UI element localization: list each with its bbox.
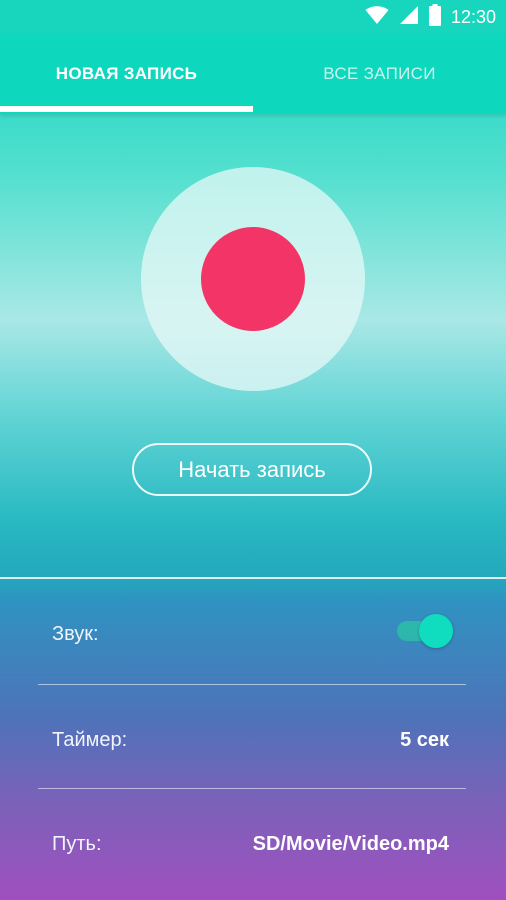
path-label: Путь: [52,833,102,855]
signal-icon [399,5,419,30]
app-screen: 12:30 НОВАЯ ЗАПИСЬ ВСЕ ЗАПИСИ Начать зап… [0,0,506,900]
row-divider [38,684,466,685]
status-time: 12:30 [450,6,496,27]
status-icons: 12:30 [365,0,496,34]
toggle-knob [419,614,453,648]
wifi-icon [365,5,389,30]
tab-all-recordings[interactable]: ВСЕ ЗАПИСИ [253,34,506,114]
tab-selected-indicator [0,106,253,112]
record-icon [201,227,305,331]
status-bar: 12:30 [0,0,506,34]
battery-icon [428,3,441,31]
timer-label: Таймер: [52,729,128,751]
tab-bar: НОВАЯ ЗАПИСЬ ВСЕ ЗАПИСИ [0,34,506,114]
record-button[interactable] [141,167,365,391]
sound-label: Звук: [52,623,99,645]
timer-value[interactable]: 5 сек [400,729,449,752]
section-divider [0,577,506,579]
tab-new-recording[interactable]: НОВАЯ ЗАПИСЬ [0,34,253,114]
path-value[interactable]: SD/Movie/Video.mp4 [253,833,449,856]
row-divider [38,788,466,789]
sound-toggle[interactable] [397,614,455,648]
start-recording-button[interactable]: Начать запись [132,443,372,496]
